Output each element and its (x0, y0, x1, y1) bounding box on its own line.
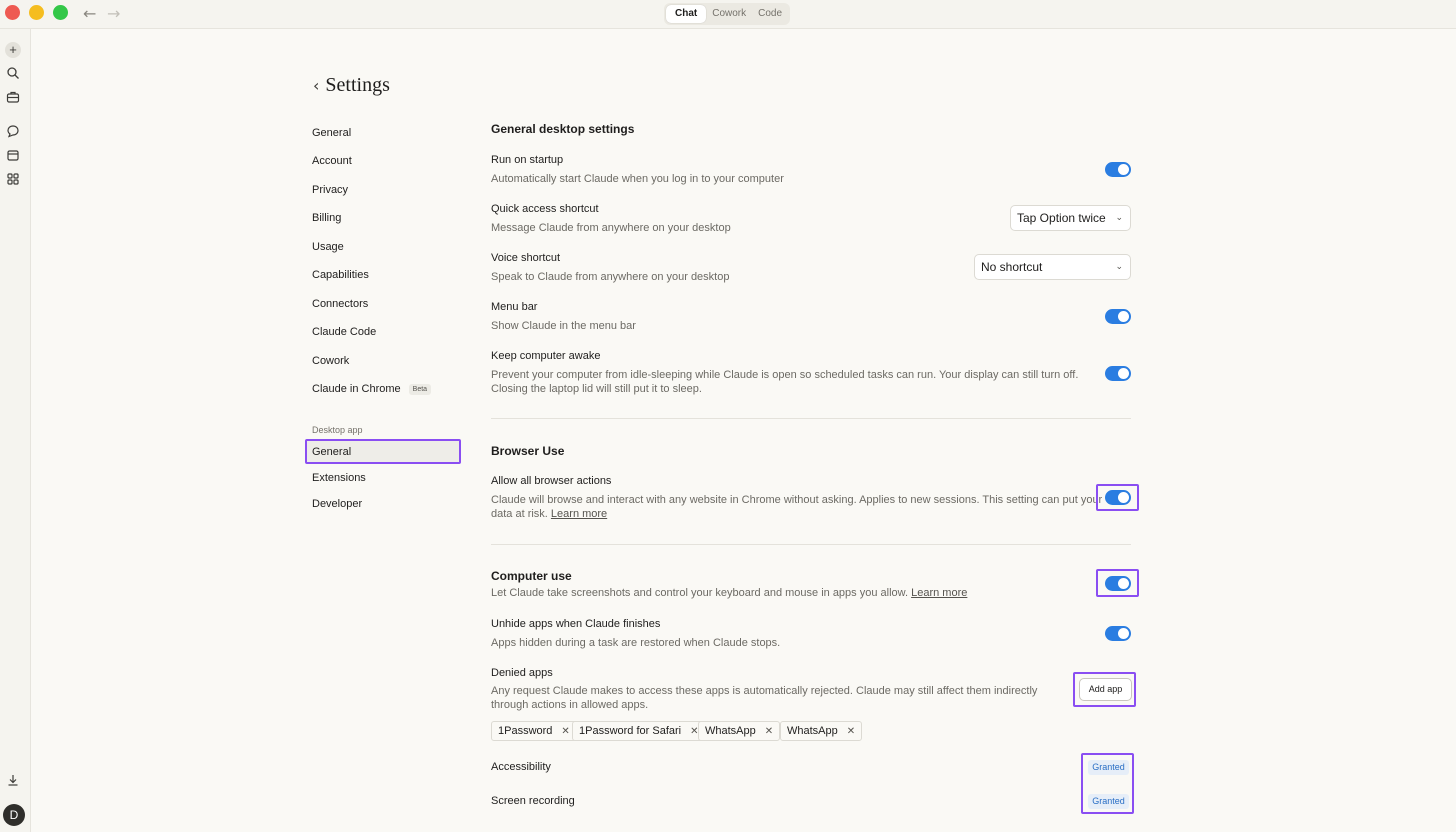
granted-badge: Granted (1088, 760, 1129, 775)
setting-title: Menu bar (491, 301, 538, 313)
keep-awake-toggle[interactable] (1105, 366, 1131, 381)
nav-item-general[interactable]: General (312, 127, 351, 139)
nav-item-label: General (312, 446, 352, 458)
apps-grid-icon[interactable] (6, 172, 20, 186)
beta-badge: Beta (408, 383, 432, 395)
nav-item-developer[interactable]: Developer (312, 498, 362, 510)
desc-text: data at risk. (491, 508, 548, 520)
section-heading: Computer use (491, 569, 572, 583)
permission-name: Screen recording (491, 795, 575, 807)
setting-title: Run on startup (491, 154, 564, 166)
chip-label: WhatsApp (787, 725, 838, 737)
add-app-button[interactable]: Add app (1079, 678, 1132, 701)
setting-title: Unhide apps when Claude finishes (491, 618, 661, 630)
setting-description: Show Claude in the menu bar (491, 320, 636, 332)
setting-title: Denied apps (491, 667, 553, 679)
chevron-left-icon[interactable]: ‹ (313, 76, 319, 95)
plus-icon[interactable]: + (5, 42, 21, 58)
minimize-window-button[interactable] (29, 5, 44, 20)
setting-title: Allow all browser actions (491, 475, 612, 487)
nav-item-billing[interactable]: Billing (312, 212, 341, 224)
desc-text: Let Claude take screenshots and control … (491, 587, 909, 599)
avatar[interactable]: D (3, 804, 25, 826)
select-value: Tap Option twice (1017, 211, 1106, 225)
quick-access-shortcut-select[interactable]: Tap Option twice ⌄ (1010, 205, 1131, 231)
unhide-apps-toggle[interactable] (1105, 626, 1131, 641)
setting-description: Prevent your computer from idle-sleeping… (491, 369, 1079, 381)
chip-label: 1Password (498, 725, 553, 737)
close-icon[interactable]: ✕ (765, 726, 773, 737)
menu-bar-toggle[interactable] (1105, 309, 1131, 324)
title-bar: ← → Chat Cowork Code (0, 0, 1456, 29)
chip-label: WhatsApp (705, 725, 756, 737)
chat-bubble-icon[interactable] (6, 124, 20, 138)
learn-more-link[interactable]: Learn more (911, 587, 967, 599)
chevron-down-icon: ⌄ (1115, 262, 1123, 272)
divider (491, 418, 1131, 419)
allow-browser-actions-toggle[interactable] (1105, 490, 1131, 505)
chevron-down-icon: ⌄ (1115, 213, 1123, 223)
section-heading: Browser Use (491, 444, 565, 458)
setting-description: Let Claude take screenshots and control … (491, 586, 967, 600)
briefcase-icon[interactable] (6, 90, 20, 104)
permission-name: Accessibility (491, 761, 551, 773)
denied-app-chip: WhatsApp ✕ (780, 721, 863, 741)
nav-item-cowork[interactable]: Cowork (312, 355, 349, 367)
close-window-button[interactable] (5, 5, 20, 20)
setting-description: Speak to Claude from anywhere on your de… (491, 271, 730, 283)
section-heading: General desktop settings (491, 122, 635, 136)
forward-arrow-icon[interactable]: → (107, 4, 120, 23)
setting-description: Apps hidden during a task are restored w… (491, 637, 781, 649)
nav-item-extensions[interactable]: Extensions (312, 472, 366, 484)
run-on-startup-toggle[interactable] (1105, 162, 1131, 177)
setting-description: Closing the laptop lid will still put it… (491, 383, 702, 395)
mode-switcher: Chat Cowork Code (664, 3, 790, 25)
page-title: Settings (325, 74, 390, 96)
download-icon[interactable] (6, 773, 20, 787)
denied-app-chip: 1Password for Safari ✕ (572, 721, 706, 741)
setting-description: Claude will browse and interact with any… (491, 494, 1103, 506)
nav-section-desktop-app: Desktop app (312, 425, 363, 435)
archive-icon[interactable] (6, 148, 20, 162)
setting-title: Quick access shortcut (491, 203, 599, 215)
back-arrow-icon[interactable]: ← (83, 4, 96, 23)
tab-cowork[interactable]: Cowork (706, 5, 752, 23)
voice-shortcut-select[interactable]: No shortcut ⌄ (974, 254, 1131, 280)
setting-title: Voice shortcut (491, 252, 561, 264)
computer-use-toggle[interactable] (1105, 576, 1131, 591)
nav-item-claude-in-chrome[interactable]: Claude in Chrome Beta (312, 383, 432, 395)
setting-title: Keep computer awake (491, 350, 601, 362)
settings-header: ‹ Settings (313, 74, 390, 97)
setting-description: data at risk. Learn more (491, 507, 607, 521)
nav-item-privacy[interactable]: Privacy (312, 184, 348, 196)
setting-description: Message Claude from anywhere on your des… (491, 222, 731, 234)
denied-app-chip: WhatsApp ✕ (698, 721, 781, 741)
granted-badge: Granted (1088, 794, 1129, 809)
left-rail: + D (0, 29, 31, 832)
nav-item-desktop-general[interactable]: General (305, 439, 461, 464)
nav-item-capabilities[interactable]: Capabilities (312, 269, 369, 281)
zoom-window-button[interactable] (53, 5, 68, 20)
close-icon[interactable]: ✕ (847, 726, 855, 737)
setting-description: Any request Claude makes to access these… (491, 685, 1038, 697)
setting-description: through actions in allowed apps. (491, 699, 649, 711)
setting-description: Automatically start Claude when you log … (491, 173, 784, 185)
nav-item-account[interactable]: Account (312, 155, 352, 167)
nav-item-label: Claude in Chrome (312, 383, 401, 395)
close-icon[interactable]: ✕ (561, 726, 569, 737)
nav-item-claude-code[interactable]: Claude Code (312, 326, 376, 338)
tab-chat[interactable]: Chat (666, 5, 707, 23)
nav-item-connectors[interactable]: Connectors (312, 298, 368, 310)
select-value: No shortcut (981, 260, 1043, 274)
tab-code[interactable]: Code (752, 5, 788, 23)
denied-app-chip: 1Password ✕ (491, 721, 577, 741)
search-icon[interactable] (6, 66, 20, 80)
divider (491, 544, 1131, 545)
learn-more-link[interactable]: Learn more (551, 508, 607, 520)
nav-item-usage[interactable]: Usage (312, 241, 344, 253)
chip-label: 1Password for Safari (579, 725, 682, 737)
